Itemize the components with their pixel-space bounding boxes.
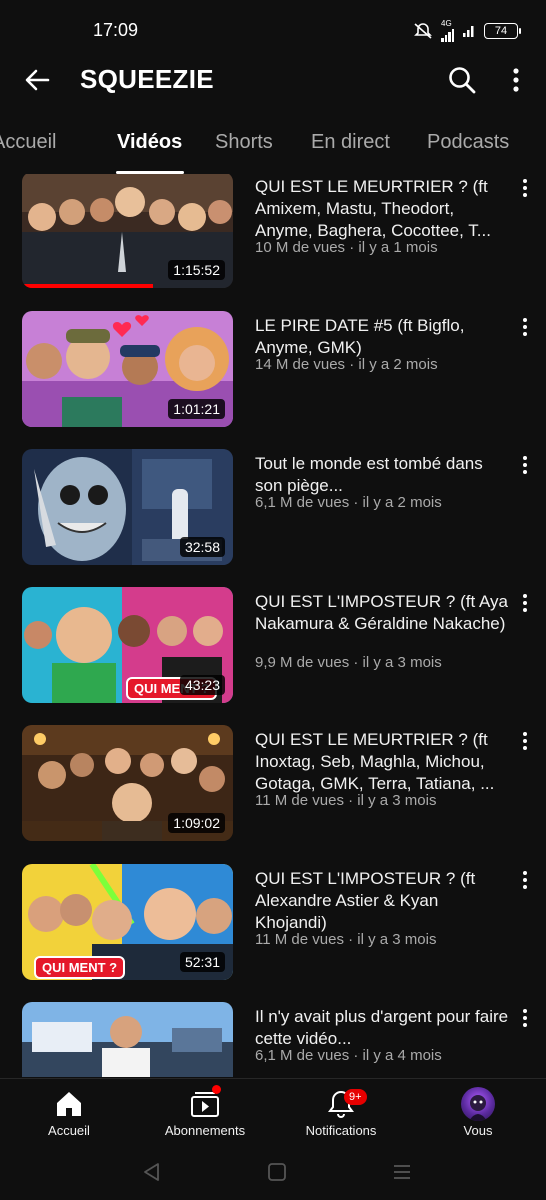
video-title[interactable]: QUI EST LE MEURTRIER ? (ft Amixem, Mastu…: [255, 176, 513, 242]
nav-notifications-label: Notifications: [305, 1123, 377, 1138]
video-thumbnail[interactable]: QUI MENT ? 43:23: [22, 587, 233, 703]
home-square-icon[interactable]: [265, 1160, 289, 1184]
video-duration: 32:58: [179, 537, 225, 557]
search-icon[interactable]: [446, 64, 478, 96]
list-item[interactable]: QUI MENT ? 43:23 QUI EST L'IMPOSTEUR ? (…: [0, 587, 546, 707]
video-meta: 11 M de vues · il y a 3 mois: [255, 931, 437, 948]
video-more-icon[interactable]: [516, 591, 534, 615]
notification-badge: 9+: [344, 1089, 367, 1105]
video-thumbnail[interactable]: 1:01:21: [22, 311, 233, 427]
list-item[interactable]: 1:09:02 QUI EST LE MEURTRIER ? (ft Inoxt…: [0, 725, 546, 845]
video-more-icon[interactable]: [516, 868, 534, 892]
video-duration: 1:09:02: [168, 813, 225, 833]
video-more-icon[interactable]: [516, 1006, 534, 1030]
nav-you-label: Vous: [463, 1123, 493, 1138]
status-bar: 17:09 4G 74: [0, 0, 546, 60]
tab-podcasts[interactable]: Podcasts: [427, 131, 509, 154]
video-more-icon[interactable]: [516, 729, 534, 753]
status-icons: 4G 74: [413, 19, 521, 42]
list-item[interactable]: QUI MENT ? 52:31 QUI EST L'IMPOSTEUR ? (…: [0, 864, 546, 984]
tab-accueil[interactable]: Accueil: [0, 131, 56, 154]
video-duration: 1:01:21: [168, 399, 225, 419]
video-more-icon[interactable]: [516, 315, 534, 339]
video-title[interactable]: QUI EST L'IMPOSTEUR ? (ft Aya Nakamura &…: [255, 591, 513, 635]
channel-tabs: Accueil Vidéos Shorts En direct Podcasts: [0, 118, 546, 174]
video-title[interactable]: QUI EST L'IMPOSTEUR ? (ft Alexandre Asti…: [255, 868, 513, 934]
video-thumbnail[interactable]: 1:15:52: [22, 174, 233, 288]
video-duration: 1:15:52: [168, 260, 225, 280]
video-meta: 10 M de vues · il y a 1 mois: [255, 239, 438, 256]
video-title[interactable]: LE PIRE DATE #5 (ft Bigflo, Anyme, GMK): [255, 315, 513, 359]
more-vert-icon[interactable]: [504, 64, 528, 96]
new-content-dot: [212, 1085, 221, 1094]
nav-subscriptions[interactable]: Abonnements: [150, 1083, 260, 1145]
list-item[interactable]: 1:15:52 QUI EST LE MEURTRIER ? (ft Amixe…: [0, 174, 546, 294]
signal-icon-2: [463, 26, 474, 37]
video-list: 1:15:52 QUI EST LE MEURTRIER ? (ft Amixe…: [0, 174, 546, 1077]
video-thumbnail[interactable]: 1:09:02: [22, 725, 233, 841]
video-meta: 6,1 M de vues · il y a 4 mois: [255, 1047, 442, 1064]
video-duration: 52:31: [179, 952, 225, 972]
video-title[interactable]: QUI EST LE MEURTRIER ? (ft Inoxtag, Seb,…: [255, 729, 513, 795]
video-meta: 14 M de vues · il y a 2 mois: [255, 356, 438, 373]
video-title[interactable]: Il n'y avait plus d'argent pour faire ce…: [255, 1006, 513, 1050]
battery-icon: 74: [484, 23, 521, 39]
video-thumbnail[interactable]: [22, 1002, 233, 1077]
signal-icon: [441, 28, 454, 42]
tab-videos[interactable]: Vidéos: [117, 131, 182, 154]
nav-home[interactable]: Accueil: [14, 1083, 124, 1145]
status-time: 17:09: [93, 20, 139, 40]
video-thumbnail[interactable]: 32:58: [22, 449, 233, 565]
video-duration: 43:23: [179, 675, 225, 695]
home-icon: [57, 1092, 81, 1116]
battery-level: 74: [494, 25, 508, 37]
tab-shorts[interactable]: Shorts: [215, 131, 273, 154]
nav-you[interactable]: Vous: [423, 1083, 533, 1145]
back-arrow-icon[interactable]: [22, 64, 54, 96]
tab-en-direct[interactable]: En direct: [311, 131, 390, 154]
app-bar: SQUEEZIE: [0, 52, 546, 108]
nav-home-label: Accueil: [48, 1123, 90, 1138]
bottom-nav: Accueil Abonnements 9+ Notifications Vou…: [0, 1078, 546, 1150]
back-triangle-icon[interactable]: [140, 1160, 164, 1184]
video-meta: 9,9 M de vues · il y a 3 mois: [255, 654, 442, 671]
recents-menu-icon[interactable]: [390, 1160, 414, 1184]
video-title[interactable]: Tout le monde est tombé dans son piège..…: [255, 453, 513, 497]
nav-subscriptions-label: Abonnements: [164, 1123, 246, 1138]
nav-notifications[interactable]: 9+ Notifications: [286, 1083, 396, 1145]
video-thumbnail[interactable]: QUI MENT ? 52:31: [22, 864, 233, 980]
list-item[interactable]: 1:01:21 LE PIRE DATE #5 (ft Bigflo, Anym…: [0, 311, 546, 431]
system-nav-bar: [0, 1150, 546, 1200]
watch-progress-bar: [22, 284, 153, 288]
avatar: [461, 1087, 495, 1121]
network-label: 4G: [441, 19, 452, 28]
video-more-icon[interactable]: [516, 176, 534, 200]
list-item[interactable]: Il n'y avait plus d'argent pour faire ce…: [0, 1002, 546, 1077]
list-item[interactable]: 32:58 Tout le monde est tombé dans son p…: [0, 449, 546, 569]
video-meta: 11 M de vues · il y a 3 mois: [255, 792, 437, 809]
channel-title: SQUEEZIE: [80, 64, 214, 94]
video-more-icon[interactable]: [516, 453, 534, 477]
mute-icon: [414, 23, 432, 39]
thumbnail-badge: QUI MENT ?: [34, 956, 126, 979]
video-meta: 6,1 M de vues · il y a 2 mois: [255, 494, 442, 511]
